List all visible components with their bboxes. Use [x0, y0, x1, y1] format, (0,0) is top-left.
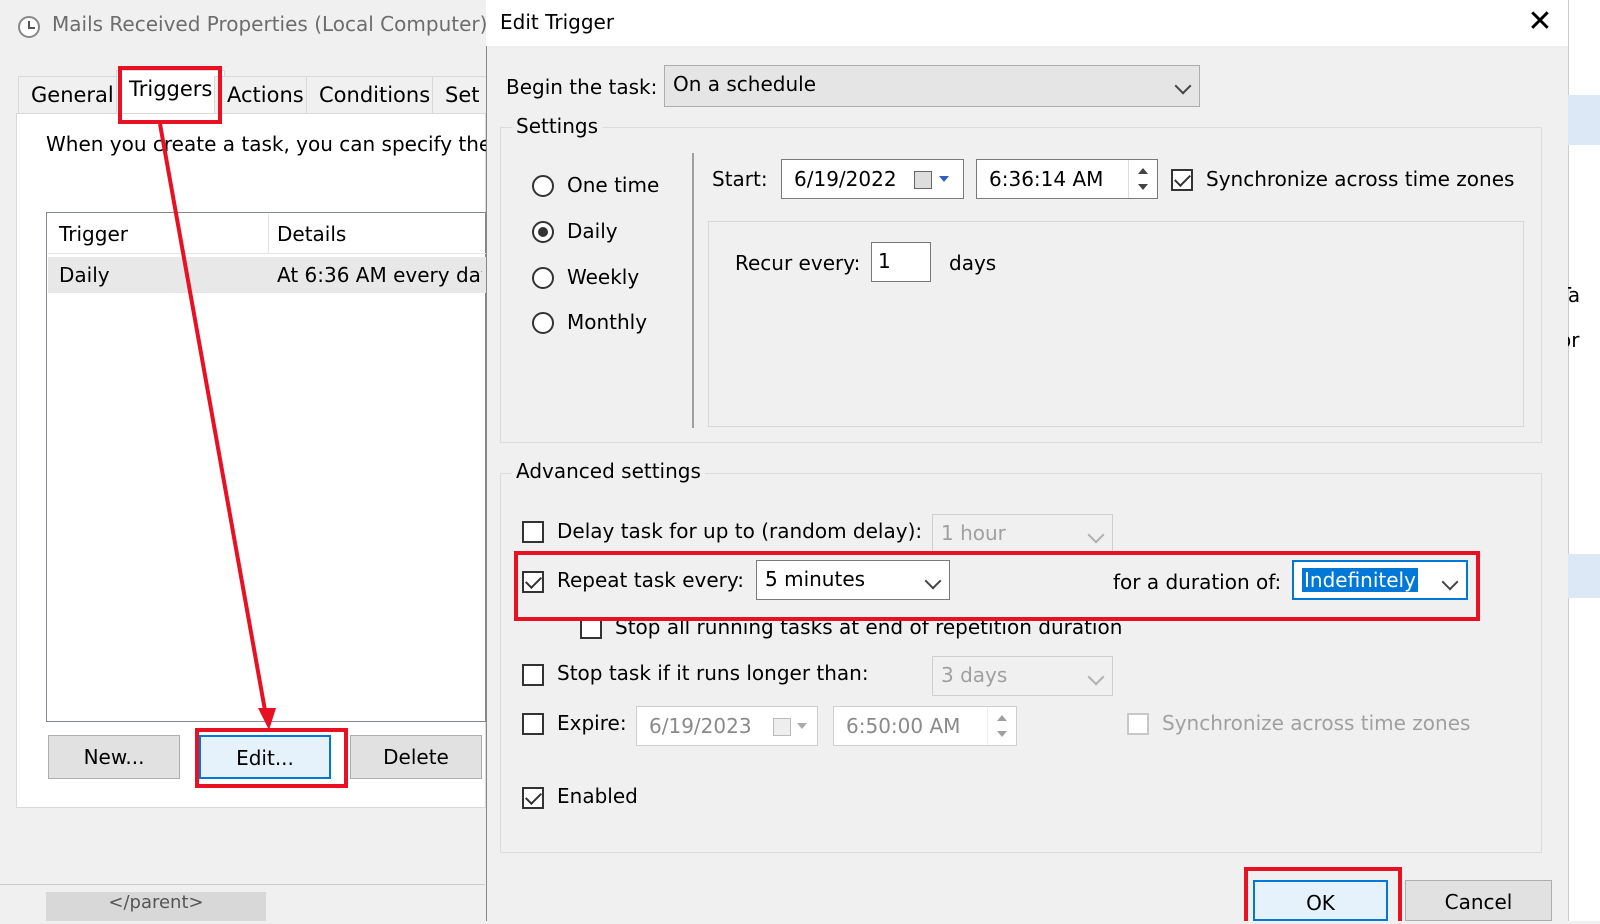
tab-general[interactable]: General: [18, 76, 127, 114]
background-highlight: [1568, 95, 1600, 145]
start-time-value: 6:36:14 AM: [989, 167, 1104, 191]
column-divider[interactable]: [268, 214, 269, 254]
delay-task-label[interactable]: Delay task for up to (random delay):: [557, 519, 922, 543]
close-icon[interactable]: ✕: [1520, 4, 1560, 40]
start-label: Start:: [712, 167, 768, 191]
expire-sync-label[interactable]: Synchronize across time zones: [1162, 711, 1470, 735]
triggers-tab-highlight: [118, 66, 222, 124]
details-cell: At 6:36 AM every day: [277, 263, 482, 287]
stop-longer-select[interactable]: 3 days: [932, 656, 1113, 696]
ok-button-highlight: [1244, 867, 1402, 921]
sync-time-zones-checkbox[interactable]: [1171, 169, 1193, 191]
settings-divider: [692, 153, 694, 428]
expire-label[interactable]: Expire:: [557, 711, 627, 735]
settings-group-label: Settings: [512, 114, 603, 138]
chevron-down-icon[interactable]: [939, 176, 949, 182]
begin-task-label: Begin the task:: [506, 75, 658, 99]
delay-select[interactable]: 1 hour: [932, 514, 1113, 554]
background-highlight: [1568, 554, 1600, 598]
expire-date-value: 6/19/2023: [649, 714, 752, 738]
expire-time-field[interactable]: 6:50:00 AM: [833, 706, 1017, 746]
sync-time-zones-label[interactable]: Synchronize across time zones: [1206, 167, 1514, 191]
radio-monthly[interactable]: [532, 312, 554, 334]
recur-every-input[interactable]: 1: [871, 242, 931, 282]
new-trigger-button[interactable]: New...: [48, 735, 180, 779]
advanced-settings-label: Advanced settings: [512, 459, 705, 483]
clock-icon: [18, 16, 40, 38]
radio-weekly-label[interactable]: Weekly: [567, 265, 639, 289]
start-date-picker[interactable]: 6/19/2022: [781, 159, 964, 199]
tab-settings[interactable]: Set: [432, 76, 493, 114]
stop-longer-label[interactable]: Stop task if it runs longer than:: [557, 661, 869, 685]
chevron-down-icon[interactable]: [797, 723, 807, 729]
chevron-down-icon: [1087, 668, 1105, 686]
calendar-icon[interactable]: [914, 171, 932, 189]
start-time-field[interactable]: 6:36:14 AM: [976, 159, 1158, 199]
chevron-down-icon: [1174, 77, 1192, 95]
triggers-description: When you create a task, you can specify …: [46, 132, 509, 156]
enabled-label[interactable]: Enabled: [557, 784, 638, 808]
stop-longer-checkbox[interactable]: [522, 664, 544, 686]
start-date-value: 6/19/2022: [794, 167, 897, 191]
recur-every-label: Recur every:: [735, 251, 861, 275]
radio-one-time-label[interactable]: One time: [567, 173, 659, 197]
time-spinner-icon[interactable]: [1128, 160, 1157, 198]
radio-daily-label[interactable]: Daily: [567, 219, 618, 243]
delay-value: 1 hour: [941, 521, 1006, 545]
dialog-title: Edit Trigger: [500, 10, 615, 34]
radio-weekly[interactable]: [532, 267, 554, 289]
time-spinner-icon[interactable]: [987, 707, 1016, 745]
trigger-cell: Daily: [59, 263, 110, 287]
properties-window-title: Mails Received Properties (Local Compute…: [52, 12, 488, 36]
column-header-trigger[interactable]: Trigger: [59, 222, 128, 246]
recur-unit-label: days: [949, 251, 997, 275]
background-window-sliver: Ta or: [1559, 0, 1600, 921]
radio-one-time[interactable]: [532, 175, 554, 197]
radio-monthly-label[interactable]: Monthly: [567, 310, 647, 334]
bottom-tab: </parent>: [46, 892, 266, 921]
edit-button-highlight: [195, 728, 348, 788]
cancel-button[interactable]: Cancel: [1405, 880, 1552, 921]
delete-trigger-button[interactable]: Delete: [350, 735, 482, 779]
begin-task-value: On a schedule: [673, 72, 817, 96]
expire-checkbox[interactable]: [522, 713, 544, 735]
expire-time-value: 6:50:00 AM: [846, 714, 961, 738]
begin-task-select[interactable]: On a schedule: [664, 65, 1200, 107]
enabled-checkbox[interactable]: [522, 787, 544, 809]
repeat-row-highlight: [514, 551, 1480, 621]
expire-sync-checkbox[interactable]: [1127, 713, 1149, 735]
tab-conditions[interactable]: Conditions: [306, 76, 444, 114]
dialog-title-bar: [486, 0, 1568, 46]
calendar-icon[interactable]: [773, 718, 791, 736]
delay-task-checkbox[interactable]: [522, 521, 544, 543]
column-header-details[interactable]: Details: [277, 222, 346, 246]
stop-longer-value: 3 days: [941, 663, 1008, 687]
chevron-down-icon: [1087, 526, 1105, 544]
tab-actions[interactable]: Actions: [214, 76, 317, 114]
radio-daily[interactable]: [532, 221, 554, 243]
expire-date-picker[interactable]: 6/19/2023: [636, 706, 818, 746]
